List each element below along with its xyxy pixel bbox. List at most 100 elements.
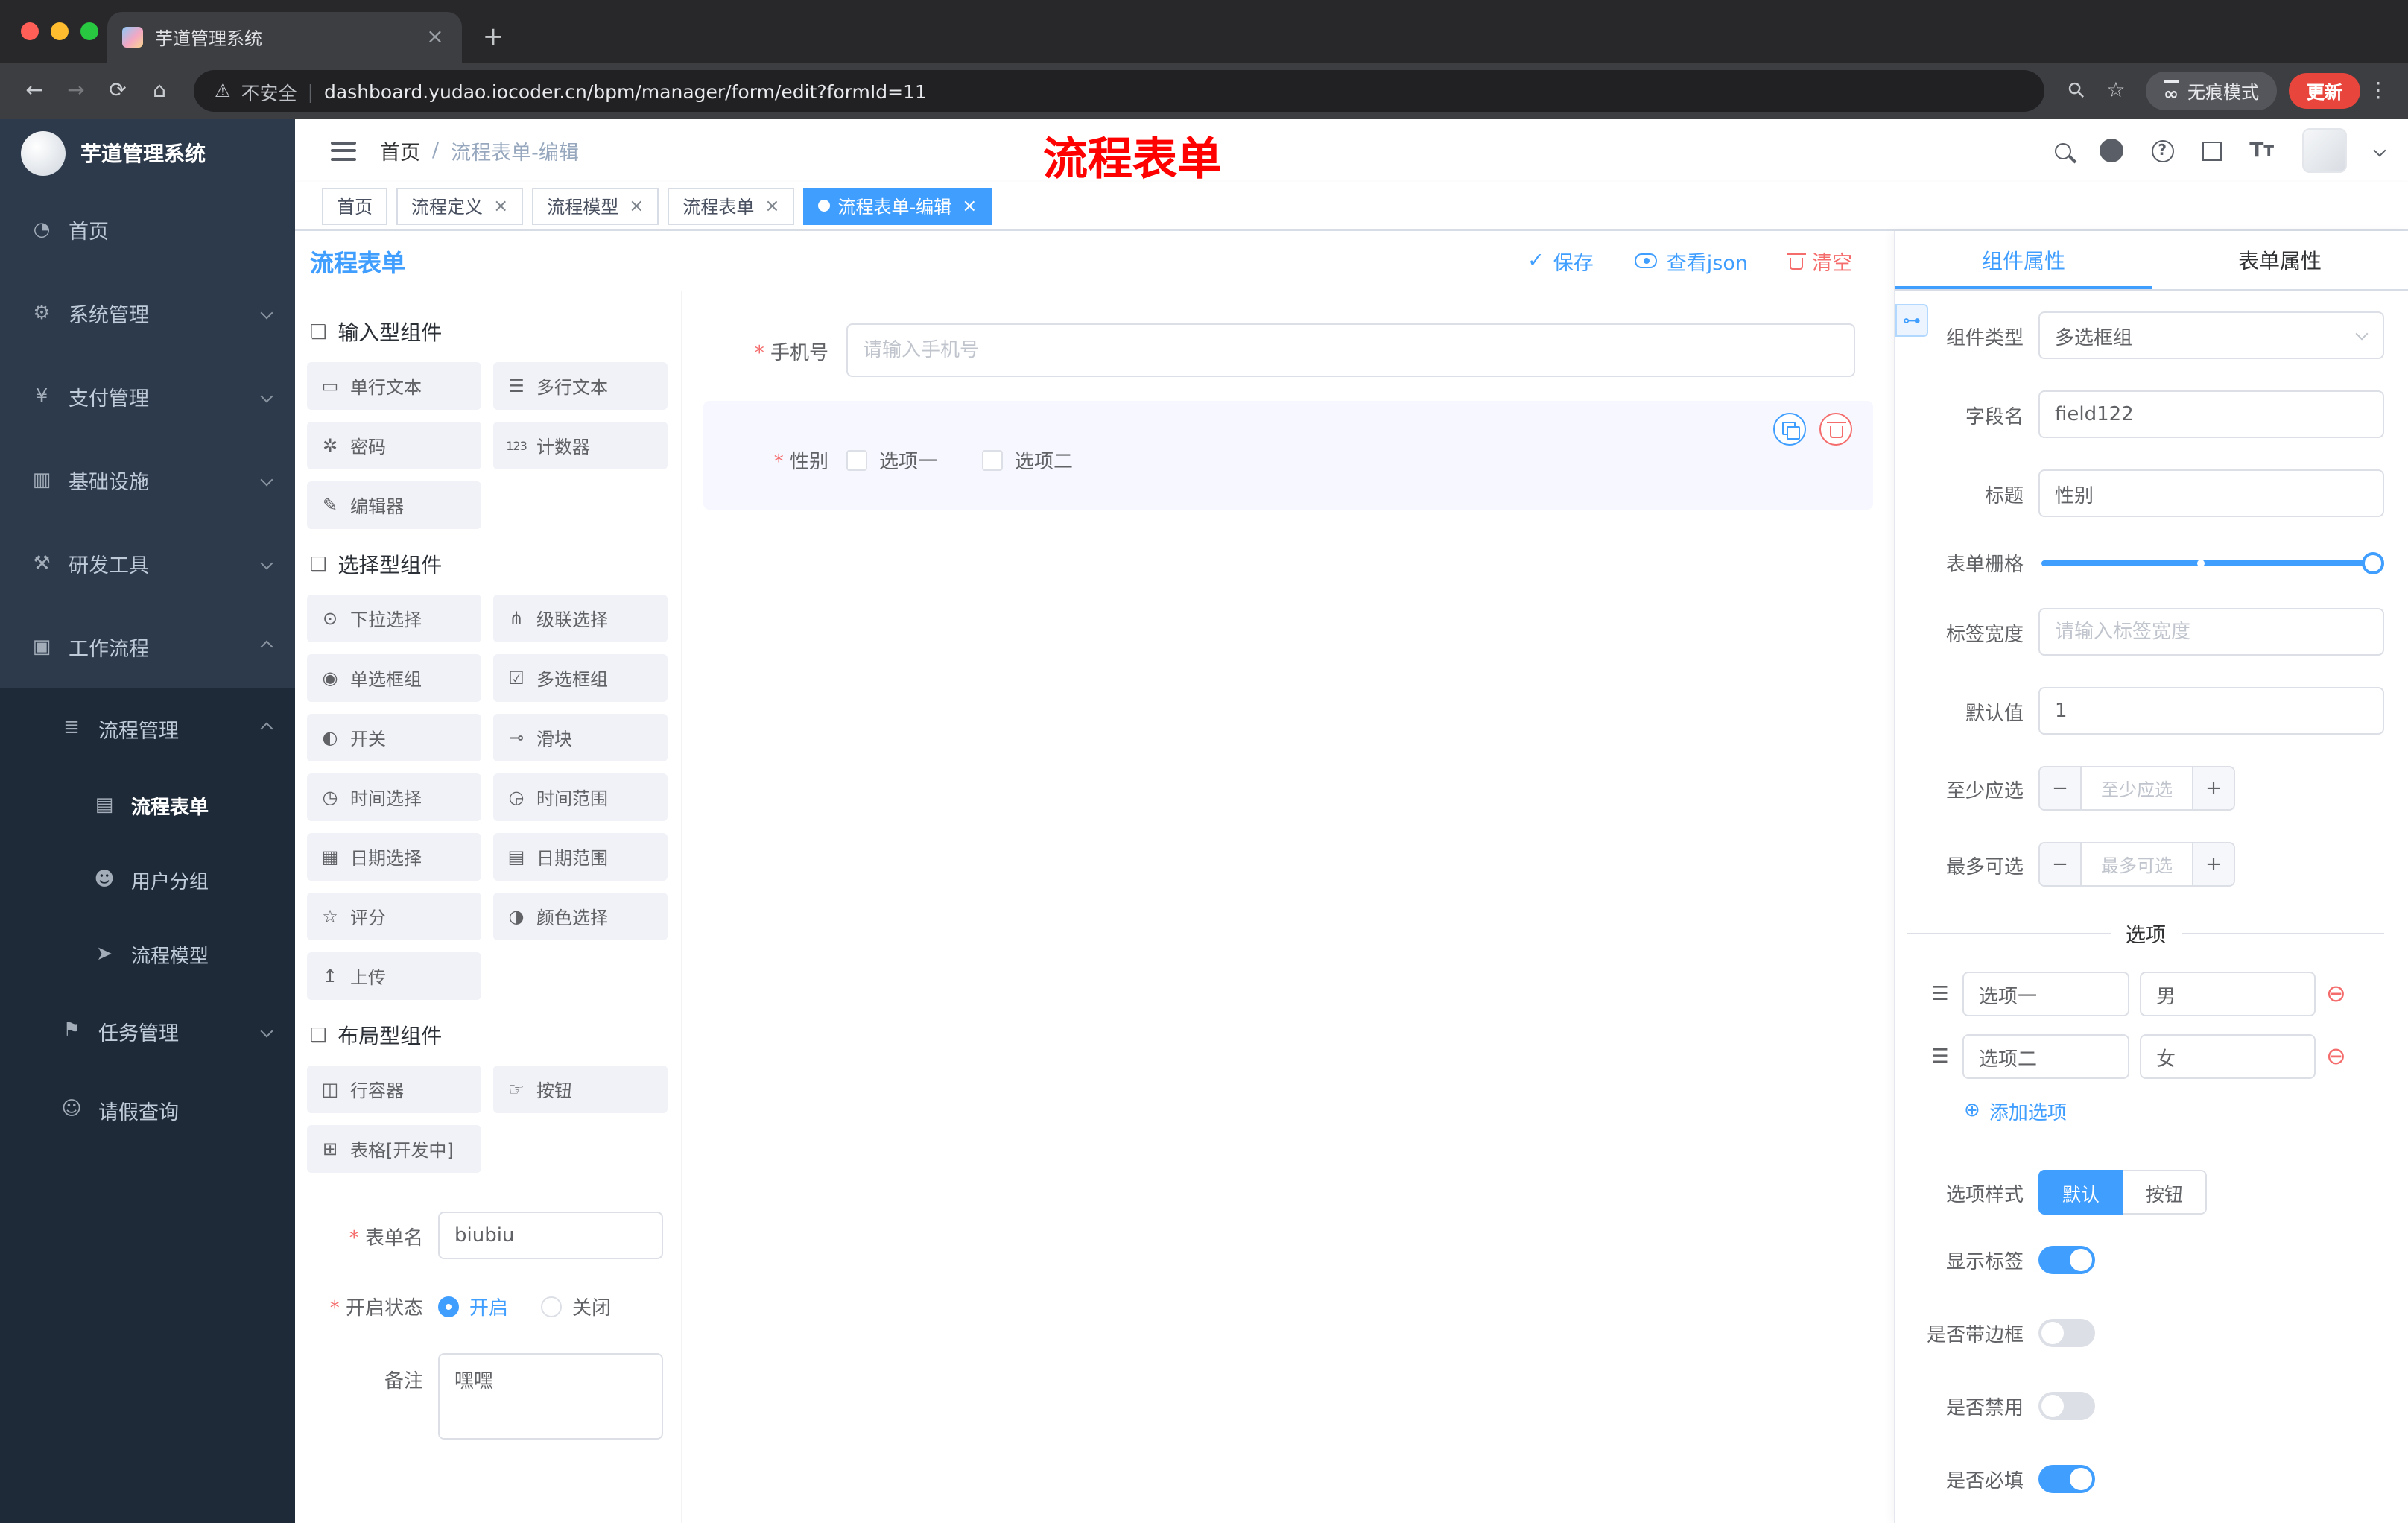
collapse-sidebar-icon[interactable]: [331, 141, 356, 160]
component-type-select[interactable]: 多选框组: [2038, 311, 2384, 359]
copy-component-button[interactable]: [1773, 413, 1806, 446]
tag-process-form[interactable]: 流程表单 ×: [668, 187, 795, 224]
github-icon[interactable]: [2099, 139, 2123, 162]
delete-component-button[interactable]: [1819, 413, 1852, 446]
form-remark-textarea[interactable]: 嘿嘿: [438, 1353, 663, 1440]
breadcrumb-home[interactable]: 首页: [380, 136, 420, 165]
tag-process-model[interactable]: 流程模型 ×: [532, 187, 659, 224]
sidebar-item-user-group[interactable]: ☻ 用户分组: [0, 842, 295, 916]
palette-item-time-range[interactable]: ◶ 时间范围: [493, 773, 668, 821]
min-select-value[interactable]: 至少应选: [2082, 767, 2192, 809]
option-2-value-input[interactable]: [2140, 1034, 2316, 1079]
palette-item-button[interactable]: ☞ 按钮: [493, 1066, 668, 1113]
palette-item-color-picker[interactable]: ◑ 颜色选择: [493, 893, 668, 940]
browser-menu-icon[interactable]: ⋮: [2363, 79, 2393, 103]
add-option-button[interactable]: ⊕ 添加选项: [1964, 1097, 2384, 1125]
phone-input[interactable]: [846, 323, 1855, 377]
palette-item-switch[interactable]: ◐ 开关: [307, 714, 481, 762]
sidebar-item-payment-management[interactable]: ¥ 支付管理: [0, 355, 295, 438]
gender-option-1-checkbox[interactable]: 选项一: [846, 446, 937, 474]
decrease-icon[interactable]: −: [2040, 843, 2082, 885]
palette-item-select[interactable]: ⊙ 下拉选择: [307, 595, 481, 642]
increase-icon[interactable]: +: [2192, 767, 2234, 809]
field-name-input[interactable]: [2038, 390, 2384, 438]
sidebar-item-task-management[interactable]: ⚑ 任务管理: [0, 991, 295, 1070]
decrease-icon[interactable]: −: [2040, 767, 2082, 809]
palette-item-rate[interactable]: ☆ 评分: [307, 893, 481, 940]
remove-option-icon[interactable]: ⊖: [2326, 1044, 2346, 1068]
palette-item-row-container[interactable]: ◫ 行容器: [307, 1066, 481, 1113]
option-1-value-input[interactable]: [2140, 972, 2316, 1016]
user-avatar[interactable]: [2302, 128, 2347, 173]
palette-item-date-picker[interactable]: ▦ 日期选择: [307, 833, 481, 881]
window-zoom-button[interactable]: [80, 22, 98, 40]
palette-item-cascader[interactable]: ⋔ 级联选择: [493, 595, 668, 642]
disabled-switch[interactable]: [2038, 1392, 2095, 1420]
home-icon[interactable]: ⌂: [140, 72, 179, 110]
tag-close-icon[interactable]: ×: [493, 195, 508, 216]
status-on-radio[interactable]: 开启: [438, 1292, 508, 1320]
palette-item-textarea[interactable]: ☰ 多行文本: [493, 362, 668, 410]
gender-option-2-checkbox[interactable]: 选项二: [982, 446, 1073, 474]
phone-field-row[interactable]: 手机号: [703, 323, 1873, 377]
bookmark-star-icon[interactable]: ☆: [2098, 79, 2134, 103]
address-bar[interactable]: ⚠ 不安全 | dashboard.yudao.iocoder.cn/bpm/m…: [194, 70, 2044, 112]
avatar-caret-icon[interactable]: [2373, 144, 2386, 157]
fullscreen-icon[interactable]: [2202, 141, 2222, 160]
tag-close-icon[interactable]: ×: [629, 195, 644, 216]
palette-item-counter[interactable]: 123 计数器: [493, 422, 668, 469]
drag-handle-icon[interactable]: ☰: [1928, 1045, 1952, 1068]
sidebar-item-dev-tools[interactable]: ⚒ 研发工具: [0, 522, 295, 605]
view-json-button[interactable]: 查看json: [1635, 246, 1748, 276]
palette-item-password[interactable]: ✲ 密码: [307, 422, 481, 469]
palette-item-time-picker[interactable]: ◷ 时间选择: [307, 773, 481, 821]
sidebar-item-process-management[interactable]: ≣ 流程管理: [0, 688, 295, 767]
palette-item-date-range[interactable]: ▤ 日期范围: [493, 833, 668, 881]
tag-home[interactable]: 首页: [322, 187, 388, 224]
password-key-icon[interactable]: ⚲: [2056, 70, 2099, 113]
sidebar-item-process-model[interactable]: ➤ 流程模型: [0, 916, 295, 991]
link-icon[interactable]: ⊶: [1895, 304, 1928, 337]
tab-close-icon[interactable]: ×: [423, 25, 447, 49]
sidebar-item-infrastructure[interactable]: ▥ 基础设施: [0, 438, 295, 522]
tab-form-props[interactable]: 表单属性: [2152, 231, 2408, 289]
form-canvas[interactable]: 手机号: [682, 291, 1894, 1523]
bordered-switch[interactable]: [2038, 1319, 2095, 1347]
sidebar-item-workflow[interactable]: ▣ 工作流程: [0, 605, 295, 688]
max-select-value[interactable]: 最多可选: [2082, 843, 2192, 885]
palette-item-editor[interactable]: ✎ 编辑器: [307, 481, 481, 529]
search-icon[interactable]: [2054, 142, 2071, 159]
gender-field-block-selected[interactable]: 性别 选项一 选项二: [703, 401, 1873, 510]
remove-option-icon[interactable]: ⊖: [2326, 981, 2346, 1006]
clear-button[interactable]: 清空: [1787, 246, 1852, 276]
incognito-badge[interactable]: ∞ 无痕模式: [2145, 72, 2277, 110]
style-default-button[interactable]: 默认: [2038, 1170, 2124, 1215]
sidebar-item-leave-query[interactable]: ☺ 请假查询: [0, 1070, 295, 1149]
option-1-label-input[interactable]: [1962, 972, 2129, 1016]
font-size-icon[interactable]: T T: [2249, 139, 2274, 162]
sidebar-item-home[interactable]: ◔ 首页: [0, 188, 295, 271]
sidebar-item-system-management[interactable]: ⚙ 系统管理: [0, 271, 295, 355]
label-width-input[interactable]: [2038, 608, 2384, 656]
forward-icon[interactable]: →: [57, 72, 95, 110]
tag-process-form-edit[interactable]: 流程表单-编辑 ×: [803, 187, 992, 224]
browser-update-button[interactable]: 更新: [2288, 73, 2360, 109]
browser-tab[interactable]: 芋道管理系统 ×: [107, 12, 462, 63]
palette-item-single-line-text[interactable]: ▭ 单行文本: [307, 362, 481, 410]
style-button-button[interactable]: 按钮: [2123, 1170, 2208, 1215]
palette-item-slider[interactable]: ⊸ 滑块: [493, 714, 668, 762]
required-switch[interactable]: [2038, 1465, 2095, 1493]
help-icon[interactable]: ?: [2151, 139, 2174, 162]
tag-close-icon[interactable]: ×: [962, 195, 977, 216]
option-2-label-input[interactable]: [1962, 1034, 2129, 1079]
save-button[interactable]: ✓ 保存: [1527, 246, 1594, 276]
palette-item-radio-group[interactable]: ◉ 单选框组: [307, 654, 481, 702]
tag-process-definition[interactable]: 流程定义 ×: [396, 187, 524, 224]
tab-component-props[interactable]: 组件属性: [1895, 231, 2152, 289]
default-value-input[interactable]: [2038, 687, 2384, 735]
window-minimize-button[interactable]: [51, 22, 69, 40]
palette-item-upload[interactable]: ↥ 上传: [307, 952, 481, 1000]
status-off-radio[interactable]: 关闭: [541, 1292, 611, 1320]
tag-close-icon[interactable]: ×: [764, 195, 779, 216]
window-close-button[interactable]: [21, 22, 39, 40]
